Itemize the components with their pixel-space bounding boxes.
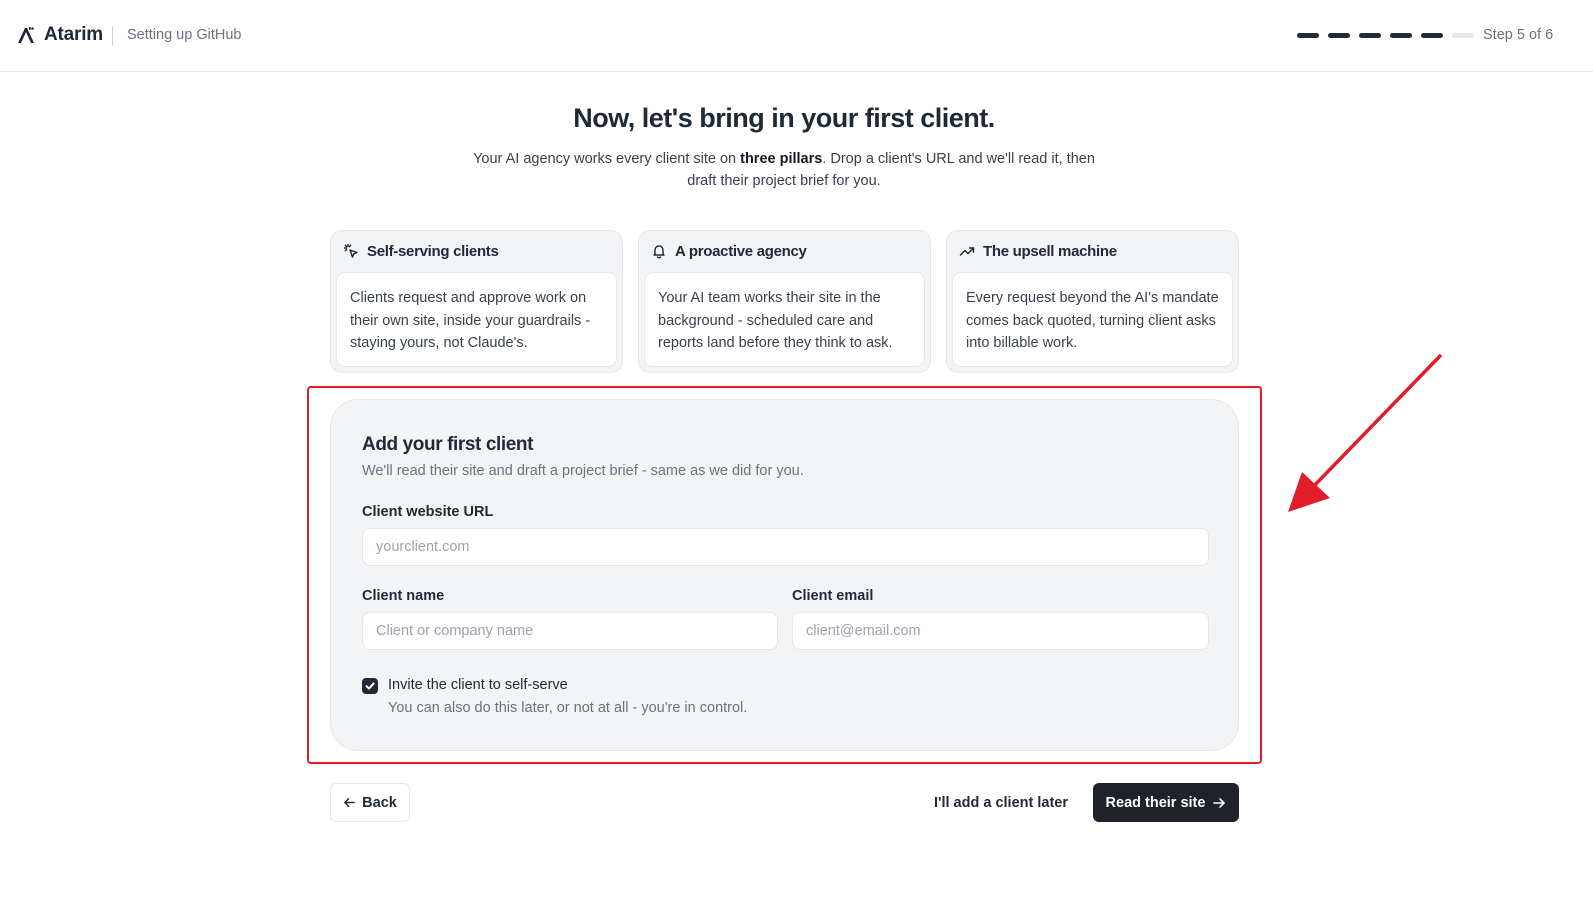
bell-icon xyxy=(653,245,665,259)
read-their-site-button[interactable]: Read their site xyxy=(1093,783,1239,822)
back-button-label: Back xyxy=(362,794,397,811)
subtitle-bold: three pillars xyxy=(740,151,823,167)
pillar-description: Your AI team works their site in the bac… xyxy=(644,272,925,367)
step-label: Step 5 of 6 xyxy=(1483,27,1554,43)
subtitle-text: Your AI agency works every client site o… xyxy=(473,151,741,167)
progress-segment xyxy=(1452,33,1474,38)
progress-segment xyxy=(1328,33,1350,38)
brand[interactable]: Atarim xyxy=(16,24,103,46)
pillar-header: Self-serving clients xyxy=(343,241,499,261)
pillar-description: Clients request and approve work on thei… xyxy=(336,272,617,367)
add-client-later-button[interactable]: I'll add a client later xyxy=(928,783,1074,822)
progress-segment xyxy=(1359,33,1381,38)
trending-up-icon xyxy=(959,247,975,256)
pillar-description: Every request beyond the AI's mandate co… xyxy=(952,272,1233,367)
pillar-card-proactive: A proactive agency Your AI team works th… xyxy=(638,230,931,373)
pillar-card-upsell: The upsell machine Every request beyond … xyxy=(946,230,1239,373)
pillar-title: The upsell machine xyxy=(983,242,1117,260)
pillar-card-self-serving: Self-serving clients Clients request and… xyxy=(330,230,623,373)
arrow-right-icon xyxy=(1213,797,1226,808)
progress-segment xyxy=(1421,33,1443,38)
pillar-title: A proactive agency xyxy=(675,242,807,260)
back-button[interactable]: Back xyxy=(330,783,410,822)
atarim-logo-icon xyxy=(18,27,34,43)
pillar-title: Self-serving clients xyxy=(367,242,499,260)
annotation-highlight-box xyxy=(307,386,1262,764)
pillar-header: A proactive agency xyxy=(651,241,807,261)
annotation-arrow-icon xyxy=(1288,354,1442,512)
step-progress xyxy=(1297,33,1474,38)
progress-segment xyxy=(1297,33,1319,38)
brand-name: Atarim xyxy=(44,24,103,45)
progress-segment xyxy=(1390,33,1412,38)
read-their-site-label: Read their site xyxy=(1105,794,1206,811)
pillar-header: The upsell machine xyxy=(959,241,1117,261)
arrow-left-icon xyxy=(344,798,356,807)
header-divider xyxy=(112,26,113,46)
top-bar: Atarim Setting up GitHub Step 5 of 6 xyxy=(0,0,1593,72)
page-subtitle: Your AI agency works every client site o… xyxy=(460,148,1108,192)
page-title: Now, let's bring in your first client. xyxy=(573,103,995,133)
sparkle-cursor-icon xyxy=(343,243,358,258)
setup-context: Setting up GitHub xyxy=(127,27,242,43)
